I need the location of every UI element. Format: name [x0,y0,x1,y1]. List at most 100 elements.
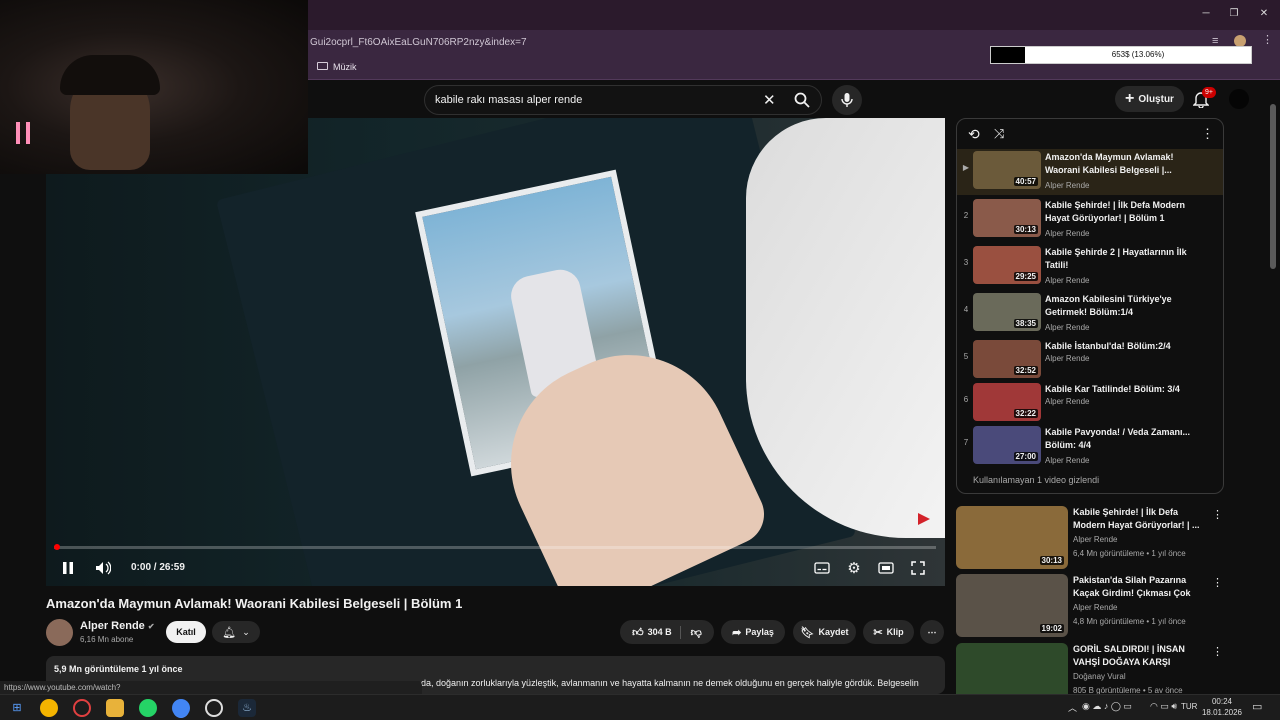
playlist-channel[interactable]: Alper Rende [1045,229,1089,238]
close-window-icon[interactable]: ✕ [1256,6,1272,22]
whatsapp-icon[interactable] [139,699,157,717]
clock-date[interactable]: 18.01.2026 [1200,708,1244,717]
led-light-left [16,122,20,144]
clear-search-icon[interactable]: ✕ [763,91,776,109]
search-button[interactable] [784,86,820,114]
channel-avatar[interactable] [46,619,73,646]
save-label: Kaydet [818,627,849,637]
playlist-channel[interactable]: Alper Rende [1045,323,1089,332]
playlist-title[interactable]: Kabile İstanbul'da! Bölüm:2/4 [1045,340,1205,353]
recommended-more-icon[interactable]: ⋮ [1212,645,1223,658]
shuffle-icon[interactable]: ⤨ [994,126,1004,142]
dislike-button[interactable]: 👎︎ [685,626,702,639]
bookmark-folder-muzik[interactable]: Müzik [333,62,357,72]
create-button[interactable]: + Oluştur [1115,86,1184,112]
volume-button[interactable] [92,556,114,580]
playlist-item[interactable]: 4 38:35 Amazon Kabilesini Türkiye'ye Get… [957,291,1223,337]
restore-icon[interactable]: ❐ [1226,6,1242,22]
chrome-active-icon[interactable] [172,699,190,717]
share-button[interactable]: ➦ Paylaş [721,620,785,644]
playlist-channel[interactable]: Alper Rende [1045,354,1089,363]
playlist-channel[interactable]: Alper Rende [1045,276,1089,285]
headphones-shape [60,55,160,95]
channel-name[interactable]: Alper Rende ✔ [80,620,155,632]
url-text[interactable]: Gui2ocprl_Ft6OAixEaLGuN706RP2nzy&index=7 [310,37,527,48]
notification-center-icon[interactable]: ▭ [1252,700,1262,713]
clip-button[interactable]: ✂ Klip [863,620,914,644]
like-button[interactable]: 👍︎ 304 B [632,625,681,639]
progress-scrubber[interactable] [54,544,60,550]
playlist-item[interactable]: ▶ 40:57 Amazon'da Maymun Avlamak! Waoran… [957,149,1223,195]
subtitles-button[interactable] [812,556,832,580]
recommended-thumbnail[interactable]: 19:02 [956,574,1068,637]
theater-mode-button[interactable] [876,556,896,580]
recommended-video[interactable]: 19:02 Pakistan'da Silah Pazarına Kaçak G… [956,574,1224,638]
file-explorer-icon[interactable] [106,699,124,717]
playlist-title[interactable]: Kabile Kar Tatilinde! Bölüm: 3/4 [1045,383,1205,396]
keyboard-lang[interactable]: TUR [1181,702,1197,711]
recommended-channel[interactable]: Doğanay Vural [1073,672,1126,681]
clock-time[interactable]: 00:24 [1200,697,1244,706]
search-box[interactable]: kabile rakı masası alper rende ✕ [424,85,822,115]
recommended-video[interactable]: 30:13 Kabile Şehirde! | İlk Defa Modern … [956,506,1224,570]
search-input[interactable]: kabile rakı masası alper rende [435,94,582,106]
browser-menu-icon[interactable]: ⋮ [1262,33,1273,46]
join-button[interactable]: Katıl [166,621,206,643]
chrome-icon[interactable] [40,699,58,717]
playlist-item[interactable]: 6 32:22 Kabile Kar Tatilinde! Bölüm: 3/4… [957,381,1223,427]
recommended-thumbnail[interactable]: 30:13 [956,506,1068,569]
loop-icon[interactable]: ⟲ [968,126,980,143]
recommended-title[interactable]: Pakistan'da Silah Pazarına Kaçak Girdim!… [1073,574,1208,600]
mic-icon [841,93,853,107]
playlist-title[interactable]: Amazon Kabilesini Türkiye'ye Getirmek! B… [1045,293,1205,319]
channel-name-text[interactable]: Alper Rende [80,620,145,632]
voice-search-button[interactable] [832,85,862,115]
save-button[interactable]: 🔖︎ Kaydet [793,620,856,644]
pause-button[interactable] [58,556,78,580]
playlist-thumbnail[interactable]: 30:13 [973,199,1041,237]
user-avatar[interactable] [1229,89,1249,109]
more-actions-button[interactable]: ⋯ [920,620,944,644]
playlist-channel[interactable]: Alper Rende [1045,397,1089,406]
playlist-thumbnail[interactable]: 32:52 [973,340,1041,378]
steam-icon[interactable]: ♨ [238,699,256,717]
video-player[interactable]: 0:00 / 26:59 ⚙ [46,118,945,586]
playlist-title[interactable]: Kabile Şehirde! | İlk Defa Modern Hayat … [1045,199,1205,225]
app-icon-red[interactable] [73,699,91,717]
playlist-thumbnail[interactable]: 38:35 [973,293,1041,331]
page-scrollbar[interactable] [1270,104,1276,269]
hidden-video-note: Kullanılamayan 1 video gizlendi [973,475,1100,485]
subscription-bell-button[interactable]: 🔔︎ ⌄ [212,621,260,643]
windows-start-icon[interactable]: ⊞ [8,699,26,717]
playlist-title[interactable]: Kabile Şehirde 2 | Hayatlarının İlk Tati… [1045,246,1205,272]
playlist-menu-icon[interactable]: ⋮ [1201,126,1214,142]
playlist-title[interactable]: Amazon'da Maymun Avlamak! Waorani Kabile… [1045,151,1205,177]
obs-icon[interactable] [205,699,223,717]
video-progress-bar[interactable] [54,544,936,550]
minimize-icon[interactable]: ─ [1198,6,1214,22]
playlist-item[interactable]: 7 27:00 Kabile Pavyonda! / Veda Zamanı..… [957,424,1223,470]
playlist-thumbnail[interactable]: 29:25 [973,246,1041,284]
tray-chevron-icon[interactable]: ︿ [1068,701,1077,714]
playlist-item[interactable]: 5 32:52 Kabile İstanbul'da! Bölüm:2/4 Al… [957,338,1223,384]
recommended-duration: 19:02 [1039,624,1064,633]
playlist-channel[interactable]: Alper Rende [1045,181,1089,190]
recommended-channel[interactable]: Alper Rende [1073,535,1117,544]
settings-button[interactable]: ⚙ [844,556,864,580]
playlist-title[interactable]: Kabile Pavyonda! / Veda Zamanı... Bölüm:… [1045,426,1205,452]
wifi-volume-icons[interactable]: ◠ ▭ 🔊︎ [1150,701,1177,712]
recommended-channel[interactable]: Alper Rende [1073,603,1117,612]
tray-icons[interactable]: ◉ ☁ ♪ ◯ ▭ [1082,701,1132,712]
playlist-item[interactable]: 2 30:13 Kabile Şehirde! | İlk Defa Moder… [957,197,1223,243]
playlist-channel[interactable]: Alper Rende [1045,456,1089,465]
recommended-title[interactable]: GORİL SALDIRDI! | İNSAN VAHŞİ DOĞAYA KAR… [1073,643,1208,669]
playlist-thumbnail[interactable]: 27:00 [973,426,1041,464]
playlist-thumbnail[interactable]: 40:57 [973,151,1041,189]
playlist-item[interactable]: 3 29:25 Kabile Şehirde 2 | Hayatlarının … [957,244,1223,290]
playlist-thumbnail[interactable]: 32:22 [973,383,1041,421]
recommended-title[interactable]: Kabile Şehirde! | İlk Defa Modern Hayat … [1073,506,1208,532]
recommended-more-icon[interactable]: ⋮ [1212,576,1223,589]
fullscreen-button[interactable] [908,556,928,580]
recommended-more-icon[interactable]: ⋮ [1212,508,1223,521]
notifications-button[interactable]: 9+ [1192,87,1216,113]
